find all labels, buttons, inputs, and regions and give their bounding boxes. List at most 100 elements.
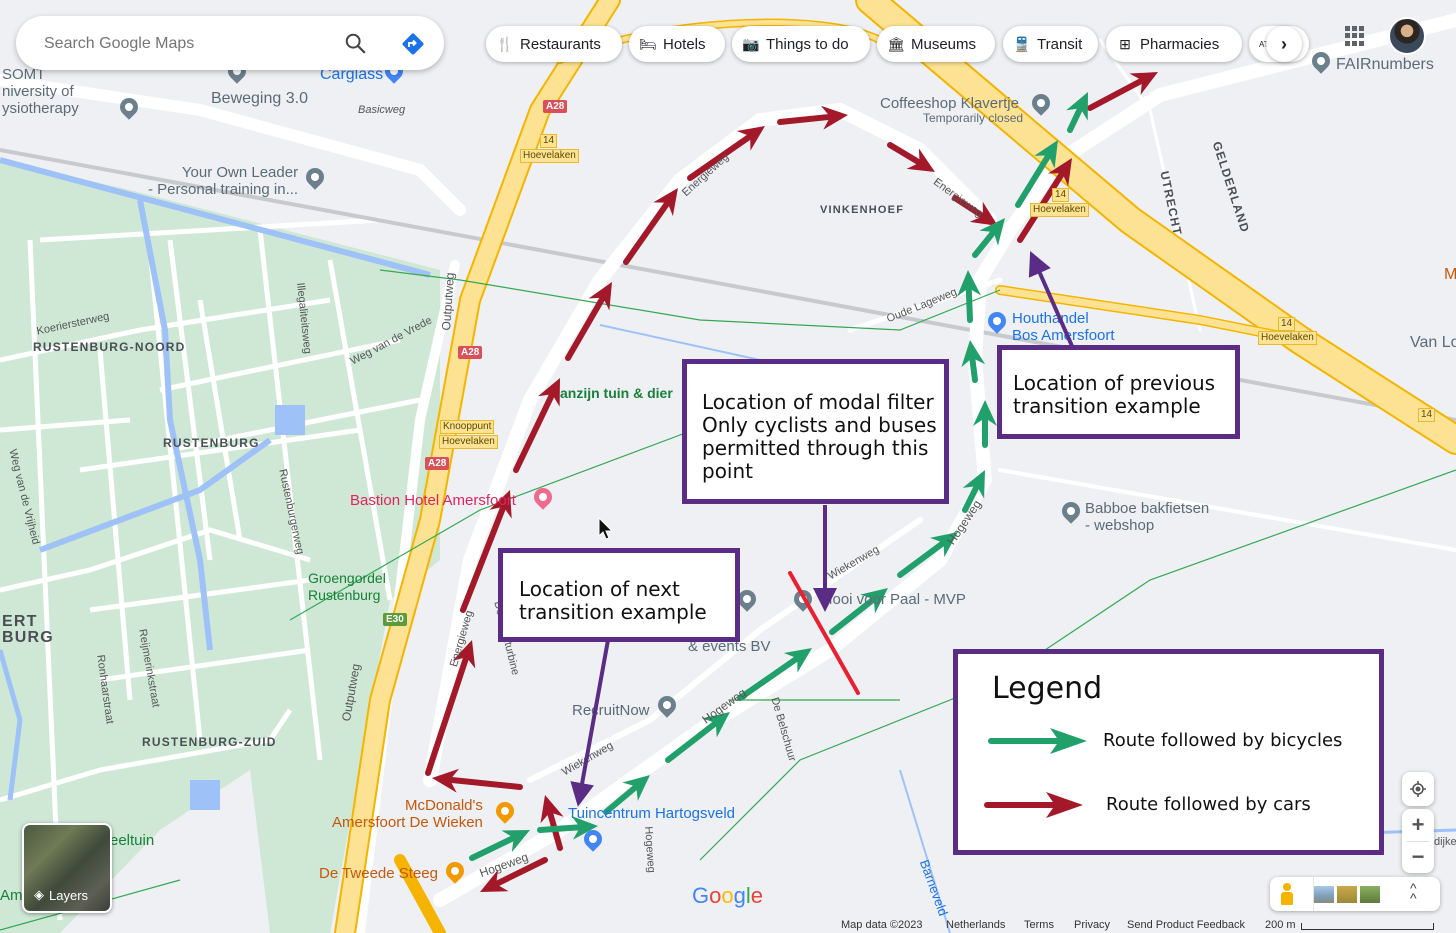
shield-exit-14: 14 [540, 134, 558, 148]
chevron-right-icon: › [1281, 33, 1287, 54]
search-box [16, 16, 444, 70]
restaurant-icon: 🍴 [496, 35, 514, 52]
map-footer: Map data ©2023 Netherlands Terms Privacy… [0, 919, 1456, 933]
imagery-thumbnail-1[interactable] [1314, 886, 1334, 903]
map-data-text: Map data ©2023 [841, 919, 923, 931]
chip-label: Hotels [663, 35, 706, 53]
layers-button[interactable]: ◈ Layers [22, 823, 112, 913]
poi-fairnumbers[interactable]: FAIRnumbers [1336, 56, 1434, 74]
directions-icon[interactable] [400, 31, 426, 57]
poi-babboe[interactable]: Babboe bakfietsen - webshop [1085, 500, 1209, 534]
poi-bastion-hotel[interactable]: Bastion Hotel Amersfoort [350, 492, 516, 510]
apps-grid-icon[interactable] [1345, 26, 1365, 46]
pharmacy-icon: ⊞ [1119, 35, 1131, 52]
legend-car-arrow-icon [984, 792, 1083, 818]
shield-hoevelaken: Hoevelaken [1258, 331, 1317, 345]
chip-pharmacies[interactable]: ⊞ Pharmacies [1106, 26, 1242, 62]
annotation-next-example-text: Location of next transition example [519, 577, 707, 624]
poi-am: Am [0, 887, 23, 904]
chip-label: Pharmacies [1140, 35, 1220, 53]
imagery-thumbnail-3[interactable] [1360, 886, 1380, 903]
shield-a28: A28 [425, 457, 450, 470]
area-rustenburg-zuid: RUSTENBURG-ZUID [142, 735, 277, 749]
shield-hoevelaken: Hoevelaken [520, 149, 579, 163]
street-dijke: dijke [1434, 836, 1456, 848]
poi-groengordel[interactable]: Groengordel Rustenburg [308, 570, 386, 604]
shield-hoevelaken: Hoevelaken [1030, 203, 1089, 217]
feedback-link[interactable]: Send Product Feedback [1127, 919, 1245, 931]
shield-exit-14: 14 [1278, 317, 1296, 331]
poi-your-own-leader[interactable]: Your Own Leader - Personal training in..… [148, 164, 298, 198]
layers-label: Layers [49, 887, 89, 903]
street-basicweg: Basicweg [358, 104, 406, 116]
shield-knooppunt: Knooppunt [440, 420, 495, 434]
museum-icon: 🏛 [887, 35, 905, 52]
terms-link[interactable]: Terms [1024, 919, 1054, 931]
car-route-arrow [432, 768, 523, 793]
annotation-previous-example: Location of previous transition example [997, 345, 1240, 439]
region-link[interactable]: Netherlands [946, 919, 1005, 931]
poi-tuin-dier[interactable]: anzijn tuin & dier [560, 385, 673, 401]
my-location-icon [1410, 781, 1426, 797]
shield-exit-14: 14 [1418, 408, 1436, 422]
mouse-cursor-icon [598, 517, 614, 540]
shield-a28: A28 [458, 346, 483, 359]
poi-houthandel[interactable]: Houthandel Bos Amersfoort [1012, 310, 1115, 344]
legend-car-label: Route followed by cars [1106, 794, 1311, 815]
layers-icon: ◈ [34, 887, 44, 902]
privacy-link[interactable]: Privacy [1074, 919, 1110, 931]
poi-de-tweede-steeg[interactable]: De Tweede Steeg [319, 865, 438, 883]
expand-icon[interactable]: ^ ^ [1410, 881, 1417, 905]
account-avatar[interactable] [1388, 17, 1426, 55]
legend-box: Legend Route followed by bicycles Route … [953, 649, 1384, 855]
poi-van-lo[interactable]: Van Lo [1410, 334, 1456, 352]
poi-mcdonalds[interactable]: McDonald's Amersfoort De Wieken [332, 797, 483, 831]
my-location-button[interactable] [1402, 772, 1434, 806]
poi-m[interactable]: M [1444, 266, 1456, 284]
poi-speeltuin[interactable]: eeltuin [110, 832, 154, 850]
chip-transit[interactable]: 🚆 Transit [1003, 26, 1098, 62]
legend-title: Legend [992, 671, 1103, 706]
annotation-next-example: Location of next transition example [498, 548, 740, 642]
camera-icon: 📷 [742, 35, 760, 52]
chip-restaurants[interactable]: 🍴 Restaurants [486, 26, 622, 62]
poi-somt[interactable]: SOMT niversity of ysiotherapy [2, 66, 79, 117]
pond [275, 405, 305, 435]
pond [190, 780, 220, 810]
chip-label: Restaurants [520, 35, 601, 53]
poi-beweging[interactable]: Beweging 3.0 [211, 90, 308, 108]
google-logo: Google [692, 883, 764, 908]
zoom-in-button[interactable]: + [1412, 810, 1425, 841]
poi-recruitnow[interactable]: RecruitNow [572, 702, 650, 720]
legend-bicycle-label: Route followed by bicycles [1103, 730, 1343, 751]
scale-label[interactable]: 200 m [1265, 919, 1296, 931]
poi-mooi-voor-paal[interactable]: Mooi voor Paal - MVP [820, 591, 966, 609]
bicycle-route-arrow [1066, 92, 1088, 133]
zoom-out-button[interactable]: − [1412, 842, 1425, 873]
scale-bar[interactable] [1301, 923, 1434, 930]
bicycle-route-arrow [665, 712, 730, 763]
chip-label: Museums [911, 35, 977, 53]
search-icon[interactable] [344, 32, 366, 54]
chip-museums[interactable]: 🏛 Museums [877, 26, 995, 62]
poi-tuincentrum[interactable]: Tuincentrum Hartogsveld [568, 805, 735, 823]
chip-label: Transit [1037, 35, 1083, 53]
zoom-controls: + − [1402, 809, 1434, 873]
area-ert-burg: ERT BURG [2, 613, 54, 646]
chip-hotels[interactable]: 🛏 Hotels [629, 26, 725, 62]
search-input[interactable] [42, 30, 326, 58]
legend-bicycle-arrow-icon [988, 728, 1087, 754]
area-vinkenhoef: VINKENHOEF [820, 204, 905, 216]
car-route-arrow [623, 188, 678, 265]
chips-next-button[interactable]: › [1266, 26, 1302, 62]
chip-label: Things to do [766, 35, 849, 53]
transit-icon: 🚆 [1013, 35, 1031, 52]
shield-exit-14: 14 [1052, 188, 1070, 202]
shield-e30: E30 [383, 613, 407, 626]
street-view-bar: ^ ^ [1270, 877, 1440, 911]
imagery-thumbnail-2[interactable] [1337, 886, 1357, 903]
pegman-icon[interactable] [1280, 883, 1294, 905]
annotation-previous-example-text: Location of previous transition example [1013, 371, 1216, 418]
shield-knooppunt-hoevelaken: Hoevelaken [439, 435, 498, 449]
chip-things-to-do[interactable]: 📷 Things to do [732, 26, 870, 62]
